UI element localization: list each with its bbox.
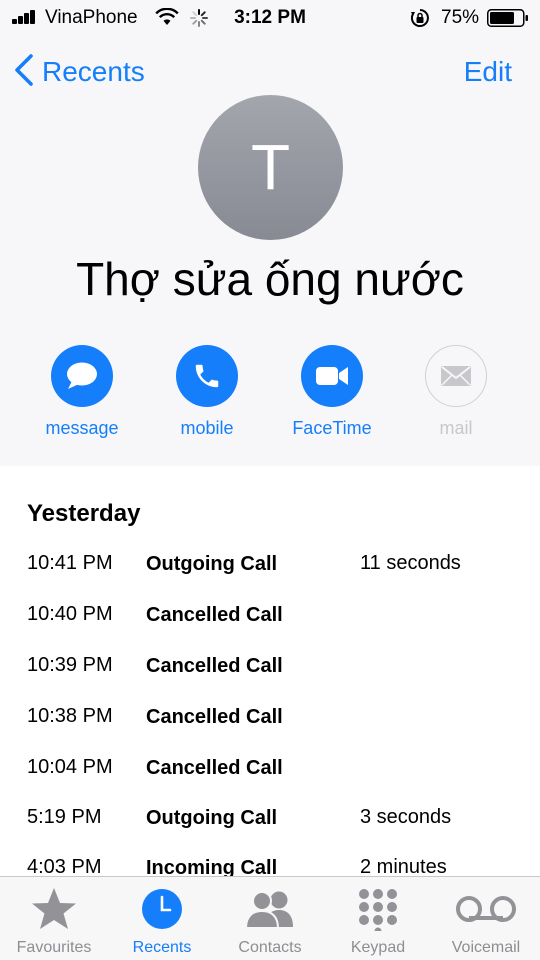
contact-detail-screen: VinaPhone 3:12 PM 75% Recents Edit T Thợ… xyxy=(0,0,540,960)
facetime-label: FaceTime xyxy=(292,418,372,438)
message-label: message xyxy=(45,418,119,438)
tab-label: Favourites xyxy=(16,939,92,956)
contact-name: Thợ sửa ống nước xyxy=(76,253,464,305)
call-type: Cancelled Call xyxy=(146,706,283,728)
call-history-row: 5:19 PM Outgoing Call 3 seconds xyxy=(0,806,540,846)
facetime-button[interactable]: FaceTime xyxy=(277,345,387,439)
call-history-row: 10:39 PM Cancelled Call xyxy=(0,654,540,694)
tab-recents[interactable]: Recents xyxy=(108,877,216,960)
call-type: Cancelled Call xyxy=(146,655,283,677)
tab-label: Keypad xyxy=(350,939,406,956)
back-button[interactable]: Recents xyxy=(14,52,145,92)
call-type: Outgoing Call xyxy=(146,553,278,575)
call-type: Outgoing Call xyxy=(146,807,278,829)
tab-keypad[interactable]: Keypad xyxy=(324,877,432,960)
mail-label: mail xyxy=(439,418,473,438)
call-type: Cancelled Call xyxy=(146,604,283,626)
call-time: 10:38 PM xyxy=(27,705,113,727)
call-duration: 3 seconds xyxy=(360,806,452,828)
call-history-row: 10:04 PM Cancelled Call xyxy=(0,756,540,796)
clock-icon xyxy=(108,885,216,933)
back-button-label: Recents xyxy=(42,56,145,87)
avatar: T xyxy=(198,95,343,240)
mobile-label: mobile xyxy=(180,418,234,438)
tab-label: Recents xyxy=(132,939,192,956)
phone-icon xyxy=(176,345,238,407)
call-time: 10:04 PM xyxy=(27,756,113,778)
call-time: 10:41 PM xyxy=(27,552,113,574)
call-history-row: 10:40 PM Cancelled Call xyxy=(0,603,540,643)
tab-label: Voicemail xyxy=(451,939,521,956)
star-icon xyxy=(0,885,108,933)
mail-button[interactable]: mail xyxy=(401,345,511,439)
keypad-icon xyxy=(324,885,432,933)
edit-button[interactable]: Edit xyxy=(464,56,512,88)
call-time: 10:39 PM xyxy=(27,654,113,676)
message-bubble-icon xyxy=(51,345,113,407)
tab-favourites[interactable]: Favourites xyxy=(0,877,108,960)
history-section-title: Yesterday xyxy=(27,500,141,527)
tab-bar: Favourites Recents Contacts Keypad Voice… xyxy=(0,876,540,960)
status-bar: VinaPhone 3:12 PM 75% xyxy=(0,0,540,36)
chevron-left-icon xyxy=(14,53,34,92)
video-camera-icon xyxy=(301,345,363,407)
call-time: 10:40 PM xyxy=(27,603,113,625)
tab-contacts[interactable]: Contacts xyxy=(216,877,324,960)
call-history-row: 10:38 PM Cancelled Call xyxy=(0,705,540,745)
call-type: Cancelled Call xyxy=(146,757,283,779)
voicemail-icon xyxy=(432,885,540,933)
call-time: 5:19 PM xyxy=(27,806,102,828)
call-history-row: 10:41 PM Outgoing Call 11 seconds xyxy=(0,552,540,592)
tab-label: Contacts xyxy=(238,939,302,956)
contacts-icon xyxy=(216,885,324,933)
battery-percentage: 75% xyxy=(441,7,480,28)
message-button[interactable]: message xyxy=(27,345,137,439)
battery-icon xyxy=(487,9,529,27)
envelope-icon xyxy=(425,345,487,407)
call-duration: 11 seconds xyxy=(360,552,461,574)
rotation-lock-icon xyxy=(410,8,430,34)
tab-voicemail[interactable]: Voicemail xyxy=(432,877,540,960)
mobile-call-button[interactable]: mobile xyxy=(152,345,262,439)
